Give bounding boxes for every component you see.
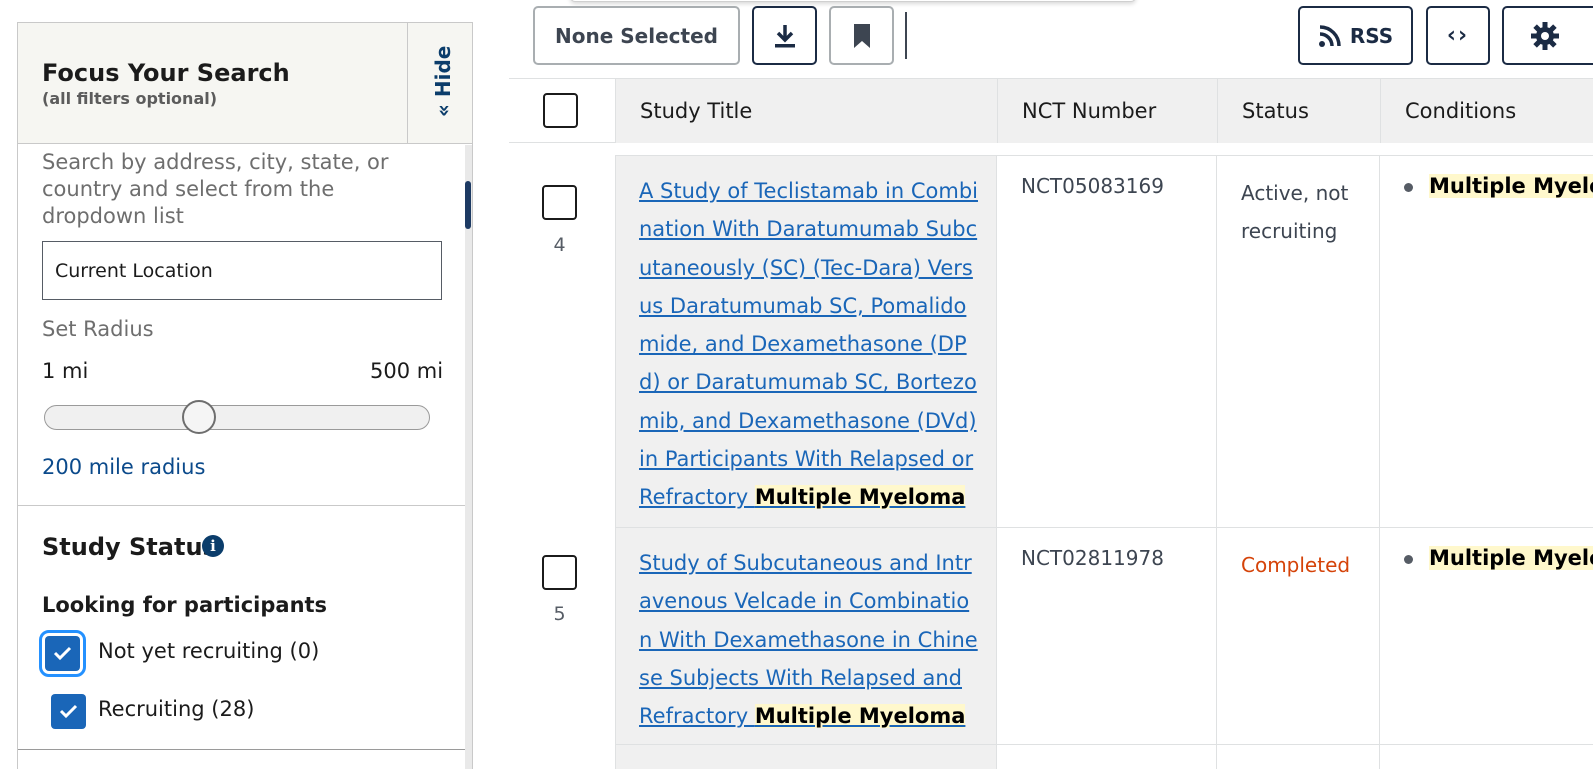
checkmark-icon [59, 704, 78, 719]
looking-for-participants-heading: Looking for participants [42, 593, 328, 617]
status-cell: Active, not recruiting [1217, 156, 1380, 527]
not-yet-recruiting-label[interactable]: Not yet recruiting (0) [98, 639, 319, 663]
nct-number-cell: NCT02811978 [997, 528, 1217, 769]
recruiting-checkbox[interactable] [51, 694, 86, 729]
download-icon [774, 24, 795, 47]
radius-max-label: 500 mi [370, 359, 444, 383]
study-title-cell: A Study of Teclistamab in Combination Wi… [615, 156, 997, 527]
select-all-checkbox[interactable] [543, 93, 578, 128]
info-icon[interactable]: i [202, 535, 224, 557]
column-header-study-title[interactable]: Study Title [615, 79, 997, 143]
conditions-cell: Multiple Myeloma [1380, 156, 1593, 527]
radius-slider-track[interactable] [44, 405, 430, 430]
study-title-link[interactable]: A Study of Teclistamab in Combination Wi… [639, 179, 978, 510]
bullet-icon [1404, 183, 1413, 192]
double-chevron-left-icon: « [431, 104, 455, 117]
highlighted-term: Multiple Myeloma [754, 485, 966, 510]
location-help-text: Search by address, city, state, or count… [42, 150, 389, 228]
none-selected-button[interactable]: None Selected [533, 6, 740, 65]
divider [18, 749, 466, 750]
bookmark-button[interactable] [829, 6, 894, 65]
radius-min-label: 1 mi [42, 359, 89, 383]
toolbar-separator [905, 12, 907, 59]
study-status-heading: Study Status [42, 533, 217, 561]
hide-text: Hide [431, 45, 455, 98]
sidebar-subtitle: (all filters optional) [42, 89, 218, 108]
highlighted-term: Multiple Myeloma [754, 704, 966, 729]
sidebar-filters: Search by address, city, state, or count… [18, 145, 466, 769]
checkmark-icon [53, 646, 72, 661]
next-row-title-cell [615, 745, 997, 769]
radius-label: Set Radius [42, 317, 154, 341]
sidebar-header: Focus Your Search (all filters optional) [18, 23, 408, 144]
bookmark-icon [853, 23, 870, 48]
column-header-nct-number[interactable]: NCT Number [997, 79, 1217, 143]
rss-label: RSS [1349, 23, 1394, 48]
study-title-text: A Study of Teclistamab in Combination Wi… [639, 179, 978, 510]
sidebar-scrollbar[interactable] [465, 145, 472, 769]
rss-button[interactable]: RSS [1298, 6, 1413, 65]
recruiting-label[interactable]: Recruiting (28) [98, 697, 254, 721]
conditions-cell: Multiple Myeloma [1380, 528, 1593, 769]
hide-sidebar-label: « Hide [431, 46, 455, 117]
row-number: 4 [553, 234, 566, 256]
radius-value: 200 mile radius [42, 455, 206, 479]
table-row: 5 Study of Subcutaneous and Intravenous … [509, 527, 1593, 769]
download-button[interactable] [752, 6, 817, 65]
row-number: 5 [553, 603, 566, 625]
sidebar-title: Focus Your Search [42, 59, 290, 87]
study-title-text: Study of Subcutaneous and Intravenous Ve… [639, 551, 978, 729]
dropdown-popover-edge [570, 0, 1136, 2]
condition-item: Multiple Myeloma [1429, 546, 1593, 570]
column-header-status[interactable]: Status [1217, 79, 1380, 143]
nct-number-cell: NCT05083169 [997, 156, 1217, 527]
bullet-icon [1404, 555, 1413, 564]
filter-sidebar: Focus Your Search (all filters optional)… [17, 22, 473, 769]
gear-icon [1531, 21, 1559, 50]
study-title-link[interactable]: Study of Subcutaneous and Intravenous Ve… [639, 551, 978, 729]
hide-sidebar-button[interactable]: « Hide [407, 23, 472, 144]
row-select-checkbox[interactable] [542, 185, 577, 220]
location-input[interactable] [42, 241, 442, 300]
divider [18, 505, 466, 506]
status-cell: Completed [1217, 528, 1380, 769]
condition-item: Multiple Myeloma [1429, 174, 1593, 198]
settings-button[interactable] [1502, 6, 1593, 65]
sidebar-scrollbar-thumb[interactable] [465, 181, 471, 229]
radius-slider-handle[interactable] [182, 400, 216, 434]
embed-code-button[interactable]: ‹› [1426, 6, 1490, 65]
row-select-checkbox[interactable] [542, 555, 577, 590]
table-row: 4 A Study of Teclistamab in Combination … [509, 143, 1593, 527]
study-title-cell: Study of Subcutaneous and Intravenous Ve… [615, 528, 997, 744]
column-header-conditions[interactable]: Conditions [1380, 79, 1593, 143]
results-table-header: Study Title NCT Number Status Conditions [509, 78, 1593, 143]
code-icon: ‹› [1446, 23, 1470, 48]
rss-icon [1318, 24, 1341, 47]
not-yet-recruiting-checkbox[interactable] [39, 630, 86, 677]
